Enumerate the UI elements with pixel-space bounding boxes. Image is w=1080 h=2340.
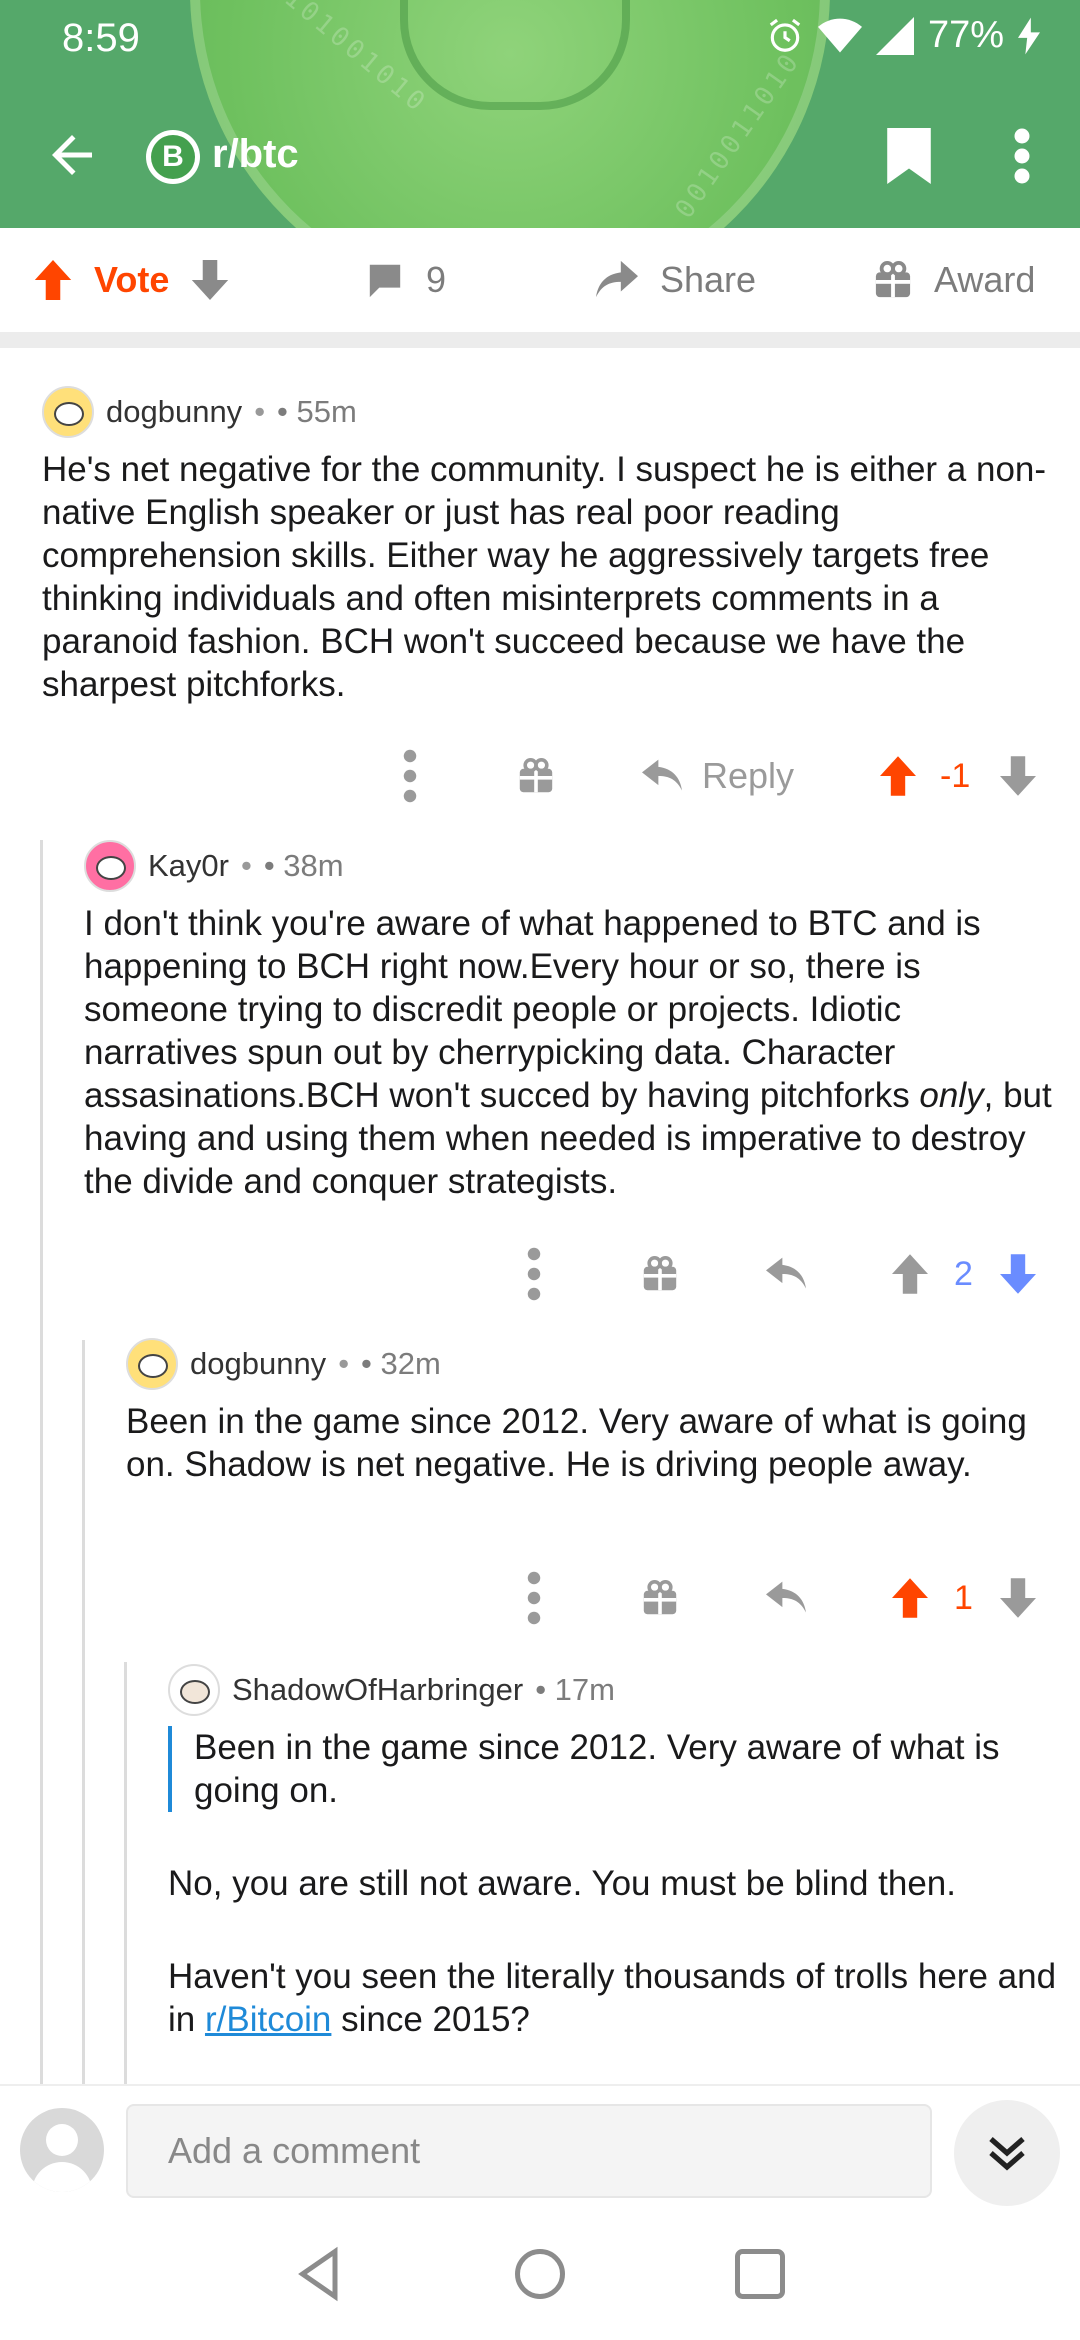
avatar[interactable] <box>42 386 94 438</box>
comment-author[interactable]: Kay0r <box>148 848 229 884</box>
thread-line <box>124 1662 127 2084</box>
jump-next-button[interactable] <box>954 2100 1060 2206</box>
alarm-icon <box>769 18 801 52</box>
back-arrow-icon[interactable] <box>42 125 102 185</box>
reply-arrow-icon <box>642 759 682 791</box>
vote-label: Vote <box>94 259 170 300</box>
subreddit-icon[interactable]: B <box>146 130 200 184</box>
gift-icon <box>875 261 911 298</box>
signal-icon <box>875 16 914 55</box>
comment-time: • 55m <box>277 394 357 429</box>
system-nav-bar <box>0 2210 1080 2340</box>
thread-line <box>40 840 43 2084</box>
downvote-arrow-icon[interactable] <box>1000 746 1036 806</box>
share-label: Share <box>660 259 757 300</box>
comment-thread: dogbunny • • 55m He's net negative for t… <box>0 364 1080 2084</box>
nav-back-icon[interactable] <box>290 2244 350 2304</box>
gift-icon[interactable] <box>642 1568 678 1628</box>
reply-arrow-icon[interactable] <box>766 1244 806 1304</box>
more-options-icon[interactable] <box>400 746 420 806</box>
comment-body: Been in the game since 2012. Very aware … <box>168 1726 1058 2039</box>
upvote-arrow-icon[interactable] <box>34 260 72 300</box>
subreddit-name[interactable]: r/btc <box>212 132 299 177</box>
avatar[interactable] <box>126 1338 178 1390</box>
comment-author[interactable]: dogbunny <box>190 1346 326 1382</box>
gift-icon[interactable] <box>642 1244 678 1304</box>
wifi-icon <box>817 18 862 52</box>
status-time: 8:59 <box>62 16 140 60</box>
share-button[interactable]: Share <box>596 228 756 332</box>
award-label: Award <box>934 259 1036 300</box>
comment-time: • 38m <box>263 848 344 883</box>
reply-button[interactable]: Reply <box>642 746 794 806</box>
nav-home-icon[interactable] <box>510 2244 570 2304</box>
post-action-bar: Vote 9 Share Award <box>0 228 1080 348</box>
upvote-arrow-icon[interactable] <box>880 746 916 806</box>
award-button[interactable]: Award <box>874 228 1035 332</box>
downvote-arrow-icon[interactable] <box>1000 1568 1036 1628</box>
block-quote: Been in the game since 2012. Very aware … <box>168 1726 1058 1812</box>
status-bar: 8:59 77% <box>0 0 1080 80</box>
charging-icon <box>1018 17 1040 54</box>
more-options-icon[interactable] <box>524 1244 544 1304</box>
toolbar: B r/btc <box>0 110 1080 200</box>
comment-author[interactable]: ShadowOfHarbringer <box>232 1672 523 1708</box>
comment-score: -1 <box>940 756 971 795</box>
reply-arrow-icon[interactable] <box>766 1568 806 1628</box>
upvote-arrow-icon[interactable] <box>892 1568 928 1628</box>
subreddit-link[interactable]: r/Bitcoin <box>205 2000 331 2039</box>
battery-percent: 77% <box>927 14 1004 56</box>
thread-line <box>82 1340 85 2084</box>
comment-score: 2 <box>954 1254 973 1293</box>
comment-time: • 32m <box>361 1346 441 1381</box>
share-arrow-icon <box>596 260 638 298</box>
avatar[interactable] <box>168 1664 220 1716</box>
comment-body: He's net negative for the community. I s… <box>42 450 1047 704</box>
upvote-arrow-icon[interactable] <box>892 1244 928 1304</box>
downvote-arrow-icon[interactable] <box>1000 1244 1036 1304</box>
vote-control: Vote <box>34 228 229 332</box>
bookmark-icon[interactable] <box>886 128 932 184</box>
nav-recents-icon[interactable] <box>730 2244 790 2304</box>
comment-count: 9 <box>426 259 447 300</box>
comment-body: I don't think you're aware of what happe… <box>84 904 1052 1201</box>
add-comment-input[interactable] <box>126 2104 932 2198</box>
downvote-arrow-icon[interactable] <box>191 260 229 300</box>
gift-icon[interactable] <box>518 746 554 806</box>
user-avatar[interactable] <box>20 2108 104 2192</box>
comment-composer-bar <box>0 2084 1080 2210</box>
comment-bubble-icon <box>369 264 401 298</box>
comments-button[interactable]: 9 <box>366 228 446 332</box>
more-options-icon[interactable] <box>524 1568 544 1628</box>
comment-time: • 17m <box>535 1672 615 1707</box>
more-options-icon[interactable] <box>1012 126 1032 186</box>
double-chevron-down-icon <box>989 2137 1025 2171</box>
comment-body: Been in the game since 2012. Very aware … <box>126 1402 1027 1484</box>
comment-author[interactable]: dogbunny <box>106 394 242 430</box>
app-header: 0101001010 0010011010 8:59 77% B r/btc <box>0 0 1080 228</box>
comment-score: 1 <box>954 1578 973 1617</box>
reply-label: Reply <box>702 755 795 796</box>
avatar[interactable] <box>84 840 136 892</box>
